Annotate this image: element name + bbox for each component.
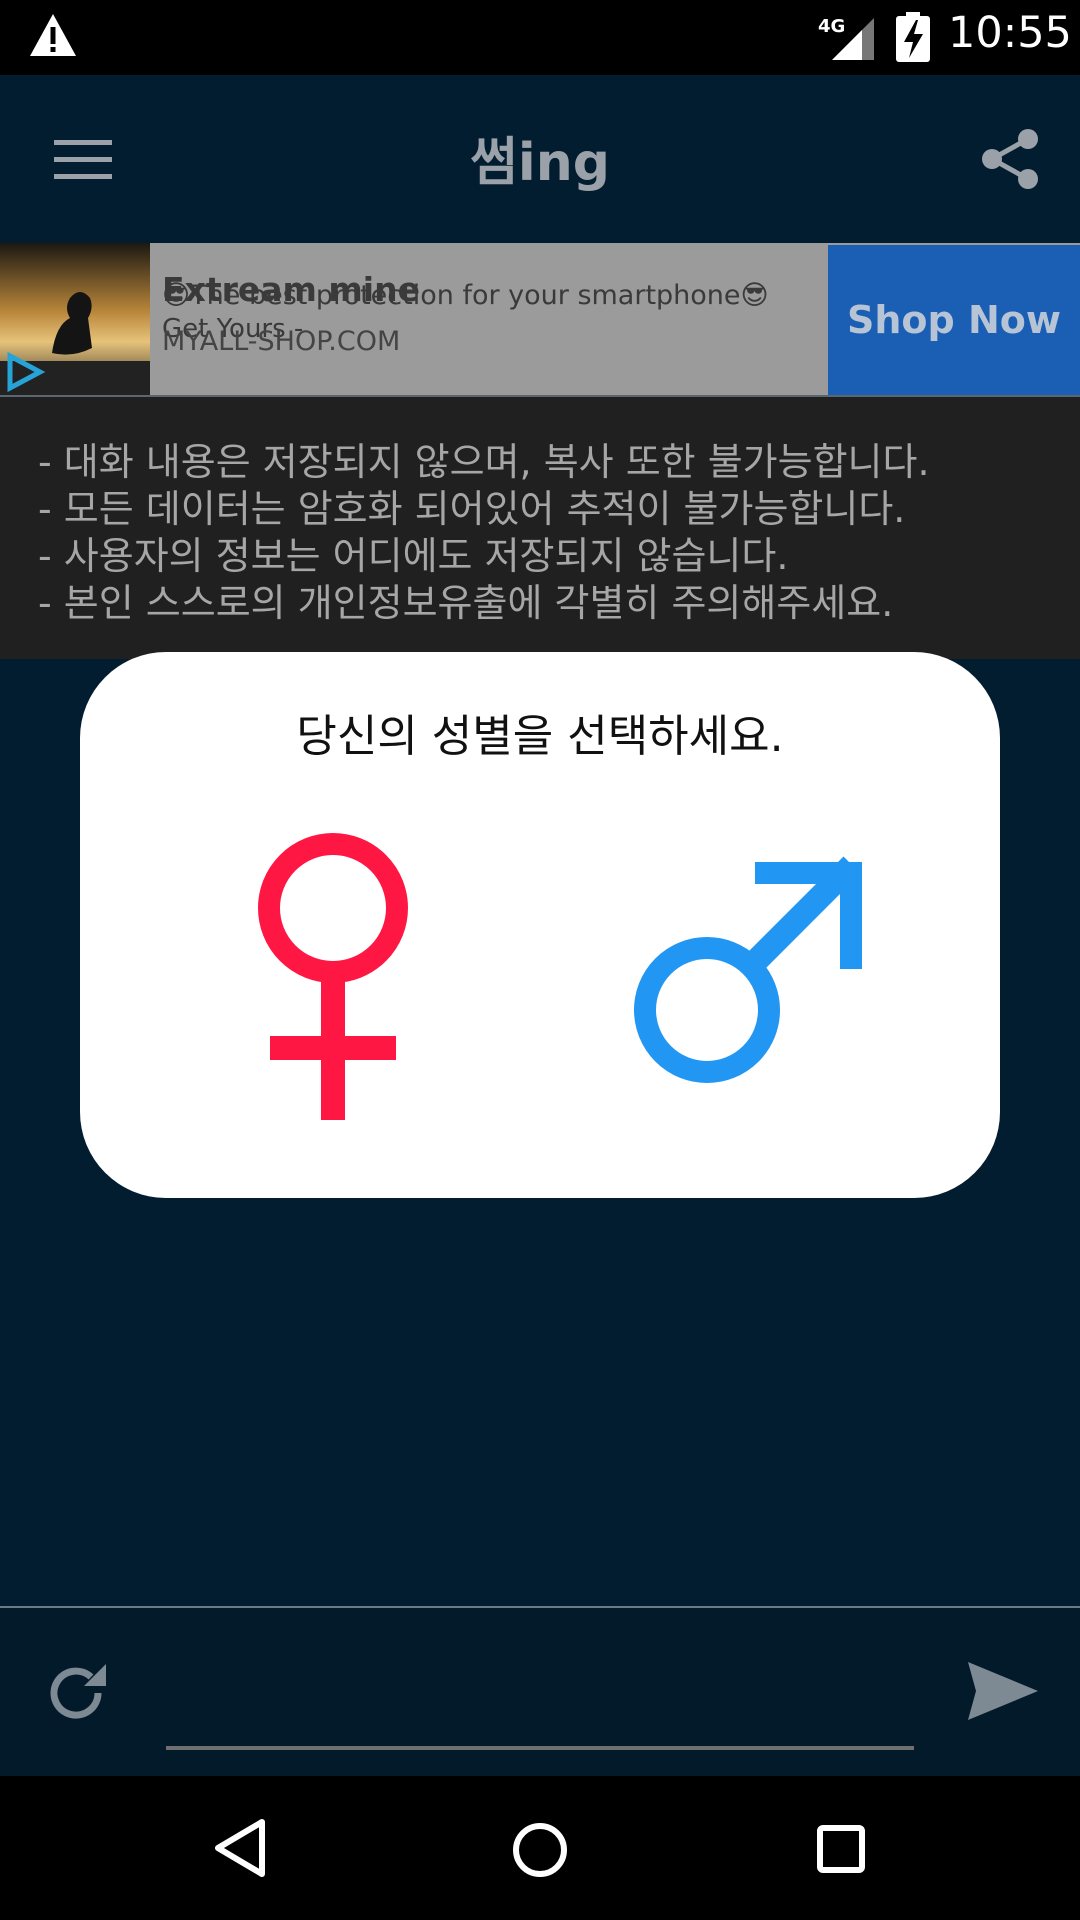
privacy-notice: - 대화 내용은 저장되지 않으며, 복사 또한 불가능합니다. - 모든 데이… (0, 397, 1080, 659)
recents-icon[interactable] (816, 1824, 866, 1874)
home-icon[interactable] (512, 1822, 568, 1878)
send-icon[interactable] (966, 1660, 1040, 1722)
app-title: 썸ing (470, 133, 610, 193)
shop-now-button[interactable]: Shop Now (828, 245, 1080, 395)
message-input[interactable] (166, 1650, 914, 1750)
notice-line: - 본인 스스로의 개인정보유출에 각별히 주의해주세요. (38, 581, 894, 625)
dialog-title: 당신의 성별을 선택하세요. (296, 711, 784, 762)
status-time: 10:55 (948, 8, 1072, 58)
ad-headline: Extream mine (162, 270, 420, 309)
back-icon[interactable] (212, 1818, 268, 1878)
battery-charging-icon (896, 12, 930, 62)
warning-icon (30, 14, 76, 56)
ad-domain: MYALL-SHOP.COM (162, 326, 401, 357)
signal-icon: 4G (818, 16, 874, 60)
network-label: 4G (818, 16, 845, 37)
refresh-icon[interactable] (44, 1660, 110, 1726)
share-icon[interactable] (980, 128, 1040, 190)
male-symbol-icon[interactable] (630, 852, 870, 1092)
female-symbol-icon[interactable] (248, 830, 418, 1120)
ad-choices-icon[interactable] (4, 352, 46, 392)
